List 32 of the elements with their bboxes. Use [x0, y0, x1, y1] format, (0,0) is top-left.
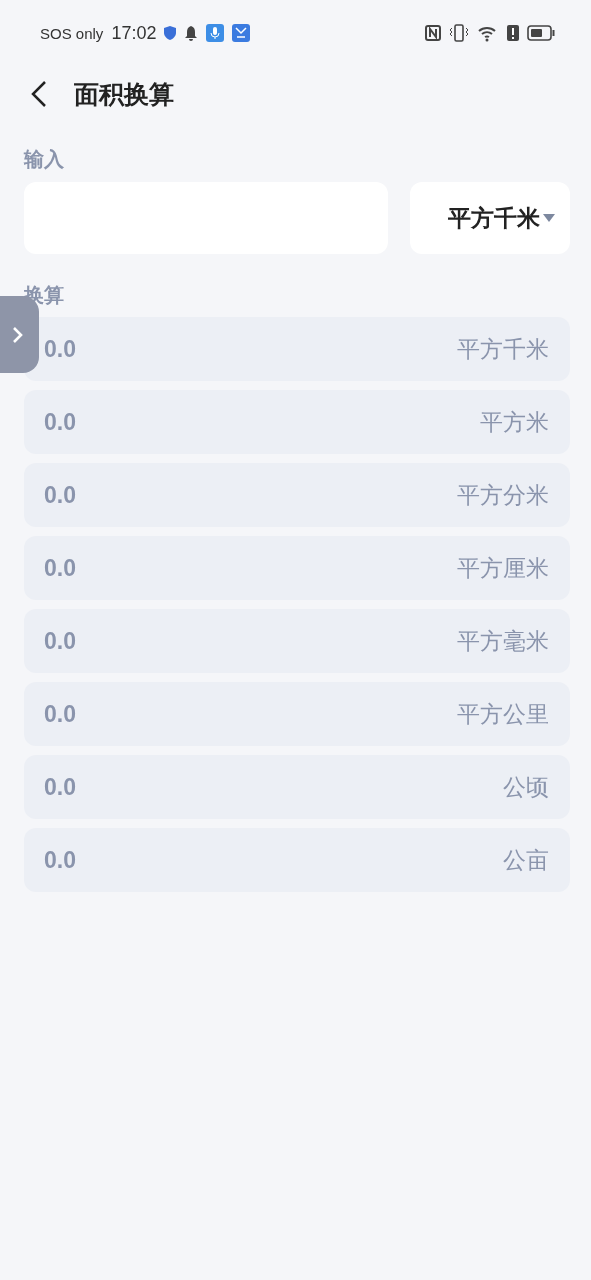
result-value: 0.0	[44, 773, 76, 801]
microphone-icon	[206, 24, 225, 42]
unit-label: 平方毫米	[457, 626, 549, 656]
app-icon	[232, 24, 251, 42]
result-value: 0.0	[44, 481, 76, 509]
unit-label: 平方分米	[457, 480, 549, 510]
result-value: 0.0	[44, 700, 76, 728]
caret-icon	[542, 213, 556, 223]
battery-icon	[527, 25, 555, 41]
alert-icon	[507, 25, 519, 41]
result-value: 0.0	[44, 554, 76, 582]
page-title: 面积换算	[74, 78, 174, 110]
nfc-icon	[425, 25, 441, 41]
unit-label: 平方厘米	[457, 553, 549, 583]
result-value: 0.0	[44, 846, 76, 874]
result-value: 0.0	[44, 627, 76, 655]
input-label: 输入	[24, 147, 65, 172]
unit-label: 平方千米	[457, 334, 549, 364]
result-value: 0.0	[44, 408, 76, 436]
unit-label: 平方公里	[457, 699, 549, 729]
unit-label: 公亩	[503, 845, 549, 875]
shield-icon	[164, 26, 177, 40]
back-button[interactable]	[30, 80, 48, 108]
chevron-right-icon	[11, 325, 24, 344]
unit-label: 平方米	[480, 407, 549, 437]
clock-time: 17:02	[111, 22, 157, 44]
unit-dropdown[interactable]: 平方千米	[410, 182, 570, 254]
carrier-text: SOS only	[40, 24, 104, 42]
bell-icon	[184, 25, 199, 41]
result-value: 0.0	[44, 335, 76, 363]
vibrate-icon	[449, 24, 469, 42]
unit-label: 公顷	[503, 772, 549, 802]
